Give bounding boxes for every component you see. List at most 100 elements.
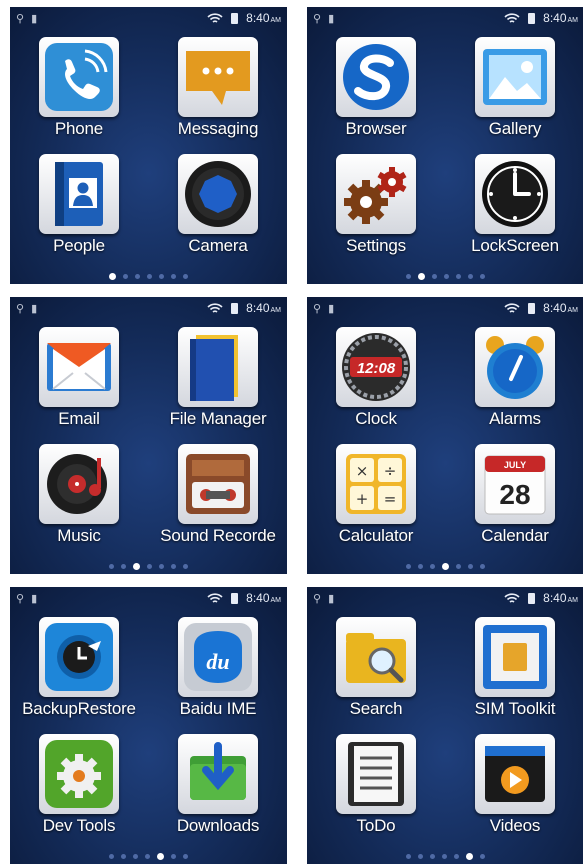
page-dot-active[interactable] (418, 273, 425, 280)
page-dot[interactable] (121, 854, 126, 859)
backup-restore-icon[interactable] (39, 617, 119, 697)
page-dot[interactable] (147, 564, 152, 569)
todo-icon[interactable] (336, 734, 416, 814)
lockscreen-icon[interactable] (475, 154, 555, 234)
app-clock[interactable]: 12:08 Clock (307, 321, 445, 441)
app-dev-tools[interactable]: Dev Tools (10, 728, 148, 848)
home-screen: ⚲ ▮ 8:40AM Phone Messaging People Camera (10, 7, 287, 284)
page-indicator[interactable] (307, 563, 583, 570)
app-phone[interactable]: Phone (10, 31, 148, 151)
clock-icon[interactable]: 12:08 (336, 327, 416, 407)
page-dot[interactable] (406, 854, 411, 859)
page-dot[interactable] (468, 564, 473, 569)
page-dot-active[interactable] (466, 853, 473, 860)
page-dot[interactable] (480, 564, 485, 569)
page-indicator[interactable] (307, 273, 583, 280)
page-dot[interactable] (171, 274, 176, 279)
app-sim-toolkit[interactable]: SIM Toolkit (446, 611, 583, 731)
calendar-icon[interactable]: JULY 28 (475, 444, 555, 524)
messaging-icon[interactable] (178, 37, 258, 117)
app-search[interactable]: Search (307, 611, 445, 731)
calculator-icon[interactable]: × ÷ + = (336, 444, 416, 524)
app-settings[interactable]: Settings (307, 148, 445, 268)
page-dot[interactable] (454, 854, 459, 859)
app-label: Camera (188, 236, 248, 255)
page-dot[interactable] (123, 274, 128, 279)
wifi-icon (504, 302, 520, 313)
page-dot[interactable] (183, 274, 188, 279)
page-dot[interactable] (456, 274, 461, 279)
page-dot[interactable] (444, 274, 449, 279)
page-dot[interactable] (109, 854, 114, 859)
page-dot[interactable] (456, 564, 461, 569)
app-email[interactable]: Email (10, 321, 148, 441)
page-dot[interactable] (418, 854, 423, 859)
page-indicator[interactable] (307, 853, 583, 860)
gallery-icon[interactable] (475, 37, 555, 117)
app-baidu-ime[interactable]: du Baidu IME (149, 611, 287, 731)
page-indicator[interactable] (10, 853, 287, 860)
sound-recorder-icon[interactable] (178, 444, 258, 524)
music-icon[interactable] (39, 444, 119, 524)
app-backup-restore[interactable]: BackupRestore (10, 611, 148, 731)
page-dot[interactable] (183, 854, 188, 859)
app-lockscreen[interactable]: LockScreen (446, 148, 583, 268)
app-calendar[interactable]: JULY 28 Calendar (446, 438, 583, 558)
camera-icon[interactable] (178, 154, 258, 234)
app-messaging[interactable]: Messaging (149, 31, 287, 151)
sim-toolkit-icon[interactable] (475, 617, 555, 697)
videos-icon[interactable] (475, 734, 555, 814)
app-alarms[interactable]: Alarms (446, 321, 583, 441)
page-dot[interactable] (171, 564, 176, 569)
dev-tools-icon[interactable] (39, 734, 119, 814)
app-camera[interactable]: Camera (149, 148, 287, 268)
app-gallery[interactable]: Gallery (446, 31, 583, 151)
app-music[interactable]: Music (10, 438, 148, 558)
app-downloads[interactable]: Downloads (149, 728, 287, 848)
page-dot[interactable] (430, 854, 435, 859)
page-dot-active[interactable] (442, 563, 449, 570)
app-todo[interactable]: ToDo (307, 728, 445, 848)
page-dot[interactable] (442, 854, 447, 859)
people-icon[interactable] (39, 154, 119, 234)
svg-text:JULY: JULY (504, 460, 526, 470)
page-dot-active[interactable] (109, 273, 116, 280)
page-dot-active[interactable] (133, 563, 140, 570)
downloads-icon[interactable] (178, 734, 258, 814)
file-manager-icon[interactable] (178, 327, 258, 407)
page-dot[interactable] (145, 854, 150, 859)
page-dot[interactable] (480, 274, 485, 279)
page-dot[interactable] (183, 564, 188, 569)
page-indicator[interactable] (10, 273, 287, 280)
browser-icon[interactable] (336, 37, 416, 117)
app-people[interactable]: People (10, 148, 148, 268)
page-dot[interactable] (121, 564, 126, 569)
page-dot[interactable] (468, 274, 473, 279)
page-dot[interactable] (406, 274, 411, 279)
page-dot[interactable] (159, 564, 164, 569)
app-sound-recorder[interactable]: Sound Recorde (149, 438, 287, 558)
page-dot[interactable] (147, 274, 152, 279)
page-dot[interactable] (171, 854, 176, 859)
app-browser[interactable]: Browser (307, 31, 445, 151)
alarms-icon[interactable] (475, 327, 555, 407)
search-icon[interactable] (336, 617, 416, 697)
page-dot[interactable] (109, 564, 114, 569)
page-dot[interactable] (135, 274, 140, 279)
page-dot[interactable] (133, 854, 138, 859)
app-calculator[interactable]: × ÷ + = Calculator (307, 438, 445, 558)
page-dot[interactable] (418, 564, 423, 569)
page-dot[interactable] (159, 274, 164, 279)
baidu-ime-icon[interactable]: du (178, 617, 258, 697)
app-file-manager[interactable]: File Manager (149, 321, 287, 441)
page-dot[interactable] (480, 854, 485, 859)
email-icon[interactable] (39, 327, 119, 407)
page-dot[interactable] (432, 274, 437, 279)
page-indicator[interactable] (10, 563, 287, 570)
settings-icon[interactable] (336, 154, 416, 234)
app-videos[interactable]: Videos (446, 728, 583, 848)
page-dot[interactable] (406, 564, 411, 569)
page-dot-active[interactable] (157, 853, 164, 860)
phone-icon[interactable] (39, 37, 119, 117)
page-dot[interactable] (430, 564, 435, 569)
